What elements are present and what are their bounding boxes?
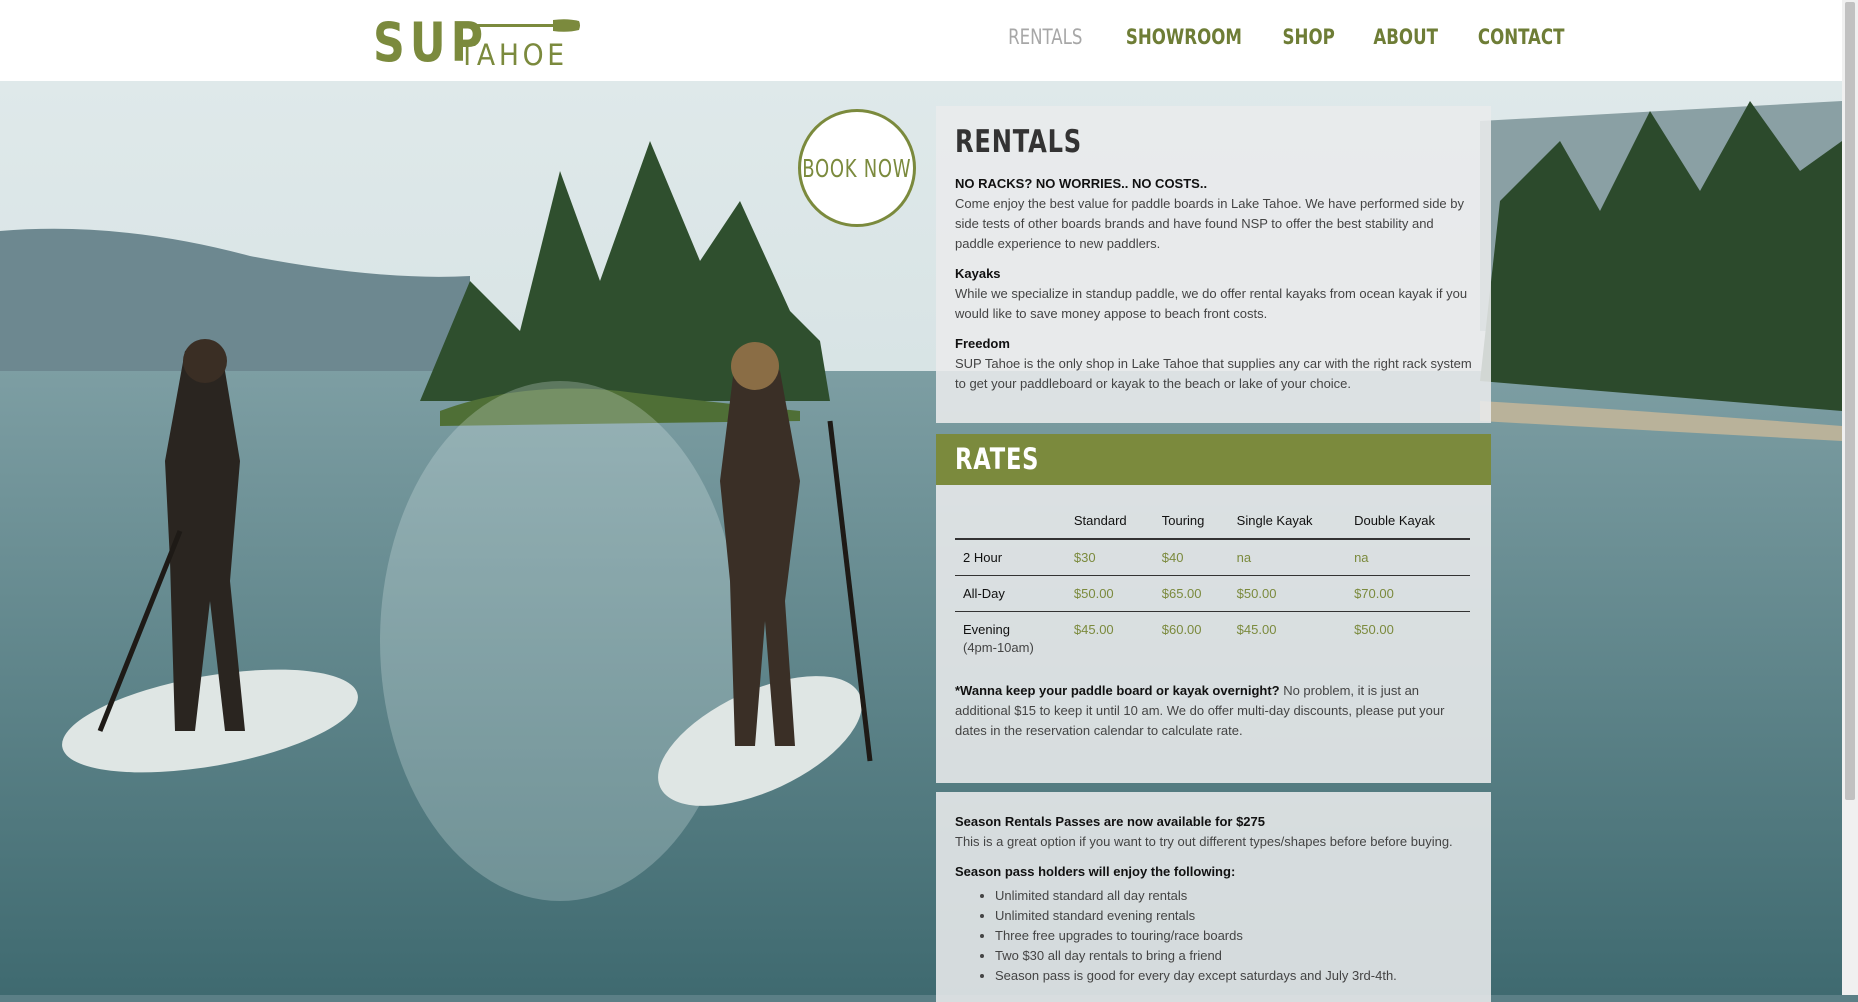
paddle-icon bbox=[457, 19, 580, 32]
row-sublabel: (4pm-10am) bbox=[963, 640, 1034, 655]
rate-cell: $40 bbox=[1153, 539, 1229, 576]
nav-showroom[interactable]: SHOWROOM bbox=[1112, 22, 1254, 52]
column-header: Double Kayak bbox=[1346, 505, 1470, 540]
season-text: This is a great option if you want to tr… bbox=[955, 834, 1453, 849]
season-heading: Season Rentals Passes are now available … bbox=[955, 814, 1265, 829]
lake-paddleboard-scene bbox=[0, 81, 1842, 995]
freedom-text: SUP Tahoe is the only shop in Lake Tahoe… bbox=[955, 356, 1472, 391]
site-logo[interactable]: SUP TAHOE bbox=[373, 14, 605, 72]
main-nav: RENTALS SHOWROOM SHOP ABOUT CONTACT bbox=[988, 22, 1585, 52]
rates-header-bar: RATES bbox=[936, 434, 1491, 485]
rate-cell: $50.00 bbox=[1228, 575, 1347, 612]
nav-contact[interactable]: CONTACT bbox=[1465, 22, 1578, 52]
freedom-block: Freedom SUP Tahoe is the only shop in La… bbox=[955, 334, 1472, 394]
row-label: 2 Hour bbox=[955, 539, 1066, 576]
row-label-cell: Evening (4pm-10am) bbox=[955, 612, 1066, 666]
season-pass-panel: Season Rentals Passes are now available … bbox=[936, 792, 1491, 1002]
perks-heading: Season pass holders will enjoy the follo… bbox=[955, 864, 1236, 879]
overnight-note-heading: *Wanna keep your paddle board or kayak o… bbox=[955, 683, 1280, 698]
scrollbar-thumb[interactable] bbox=[1845, 2, 1855, 800]
rate-cell: na bbox=[1346, 539, 1470, 576]
column-header: Touring bbox=[1153, 505, 1229, 540]
rate-cell: $45.00 bbox=[1073, 622, 1114, 637]
nav-shop[interactable]: SHOP bbox=[1270, 22, 1349, 52]
perks-block: Season pass holders will enjoy the follo… bbox=[955, 862, 1472, 986]
rate-cell: na bbox=[1228, 539, 1347, 576]
row-label: Evening bbox=[963, 622, 1010, 637]
column-header: Standard bbox=[1065, 505, 1154, 540]
perks-list: Unlimited standard all day rentals Unlim… bbox=[955, 886, 1472, 986]
site-header: SUP TAHOE RENTALS SHOWROOM SHOP ABOUT CO… bbox=[0, 0, 1842, 81]
table-row: All-Day $50.00 $65.00 $50.00 $70.00 bbox=[955, 575, 1470, 612]
intro-block: NO RACKS? NO WORRIES.. NO COSTS.. Come e… bbox=[955, 174, 1472, 254]
page-scrollbar[interactable] bbox=[1842, 0, 1858, 995]
rentals-title: RENTALS bbox=[955, 124, 1082, 160]
table-row: Evening (4pm-10am) $45.00 $60.00 $45.00 … bbox=[955, 612, 1470, 666]
logo-tahoe-text: TAHOE bbox=[459, 38, 568, 72]
list-item: Two $30 all day rentals to bring a frien… bbox=[995, 946, 1472, 966]
season-intro: Season Rentals Passes are now available … bbox=[955, 812, 1472, 852]
nav-rentals[interactable]: RENTALS bbox=[995, 22, 1096, 52]
rate-cell: $50.00 bbox=[1354, 622, 1394, 637]
kayaks-heading: Kayaks bbox=[955, 266, 1001, 281]
rate-cell: $30 bbox=[1065, 539, 1154, 576]
hero-background-photo bbox=[0, 81, 1842, 995]
kayaks-text: While we specialize in standup paddle, w… bbox=[955, 286, 1468, 321]
rates-table: Standard Touring Single Kayak Double Kay… bbox=[955, 505, 1470, 665]
column-header: Single Kayak bbox=[1228, 505, 1347, 540]
rates-title: RATES bbox=[955, 442, 1040, 476]
intro-text: Come enjoy the best value for paddle boa… bbox=[955, 196, 1464, 251]
rentals-panel: RENTALS NO RACKS? NO WORRIES.. NO COSTS.… bbox=[936, 106, 1491, 423]
book-now-label: BOOK NOW bbox=[802, 153, 912, 183]
table-header-row: Standard Touring Single Kayak Double Kay… bbox=[955, 505, 1470, 540]
overnight-note: *Wanna keep your paddle board or kayak o… bbox=[955, 681, 1472, 741]
intro-heading: NO RACKS? NO WORRIES.. NO COSTS.. bbox=[955, 176, 1208, 191]
list-item: Unlimited standard all day rentals bbox=[995, 886, 1472, 906]
freedom-heading: Freedom bbox=[955, 336, 1010, 351]
rate-cell: $50.00 bbox=[1065, 575, 1154, 612]
rate-cell: $60.00 bbox=[1161, 622, 1202, 637]
column-header bbox=[955, 505, 1066, 540]
rate-cell: $70.00 bbox=[1346, 575, 1470, 612]
list-item: Season pass is good for every day except… bbox=[995, 966, 1472, 986]
rate-cell: $65.00 bbox=[1153, 575, 1229, 612]
book-now-button[interactable]: BOOK NOW bbox=[798, 109, 916, 227]
list-item: Unlimited standard evening rentals bbox=[995, 906, 1472, 926]
table-row: 2 Hour $30 $40 na na bbox=[955, 539, 1470, 576]
rates-panel: RATES Standard Touring Single Kayak Doub… bbox=[936, 434, 1491, 783]
rate-cell: $45.00 bbox=[1236, 622, 1277, 637]
nav-about[interactable]: ABOUT bbox=[1360, 22, 1451, 52]
row-label: All-Day bbox=[955, 575, 1066, 612]
kayaks-block: Kayaks While we specialize in standup pa… bbox=[955, 264, 1472, 324]
list-item: Three free upgrades to touring/race boar… bbox=[995, 926, 1472, 946]
